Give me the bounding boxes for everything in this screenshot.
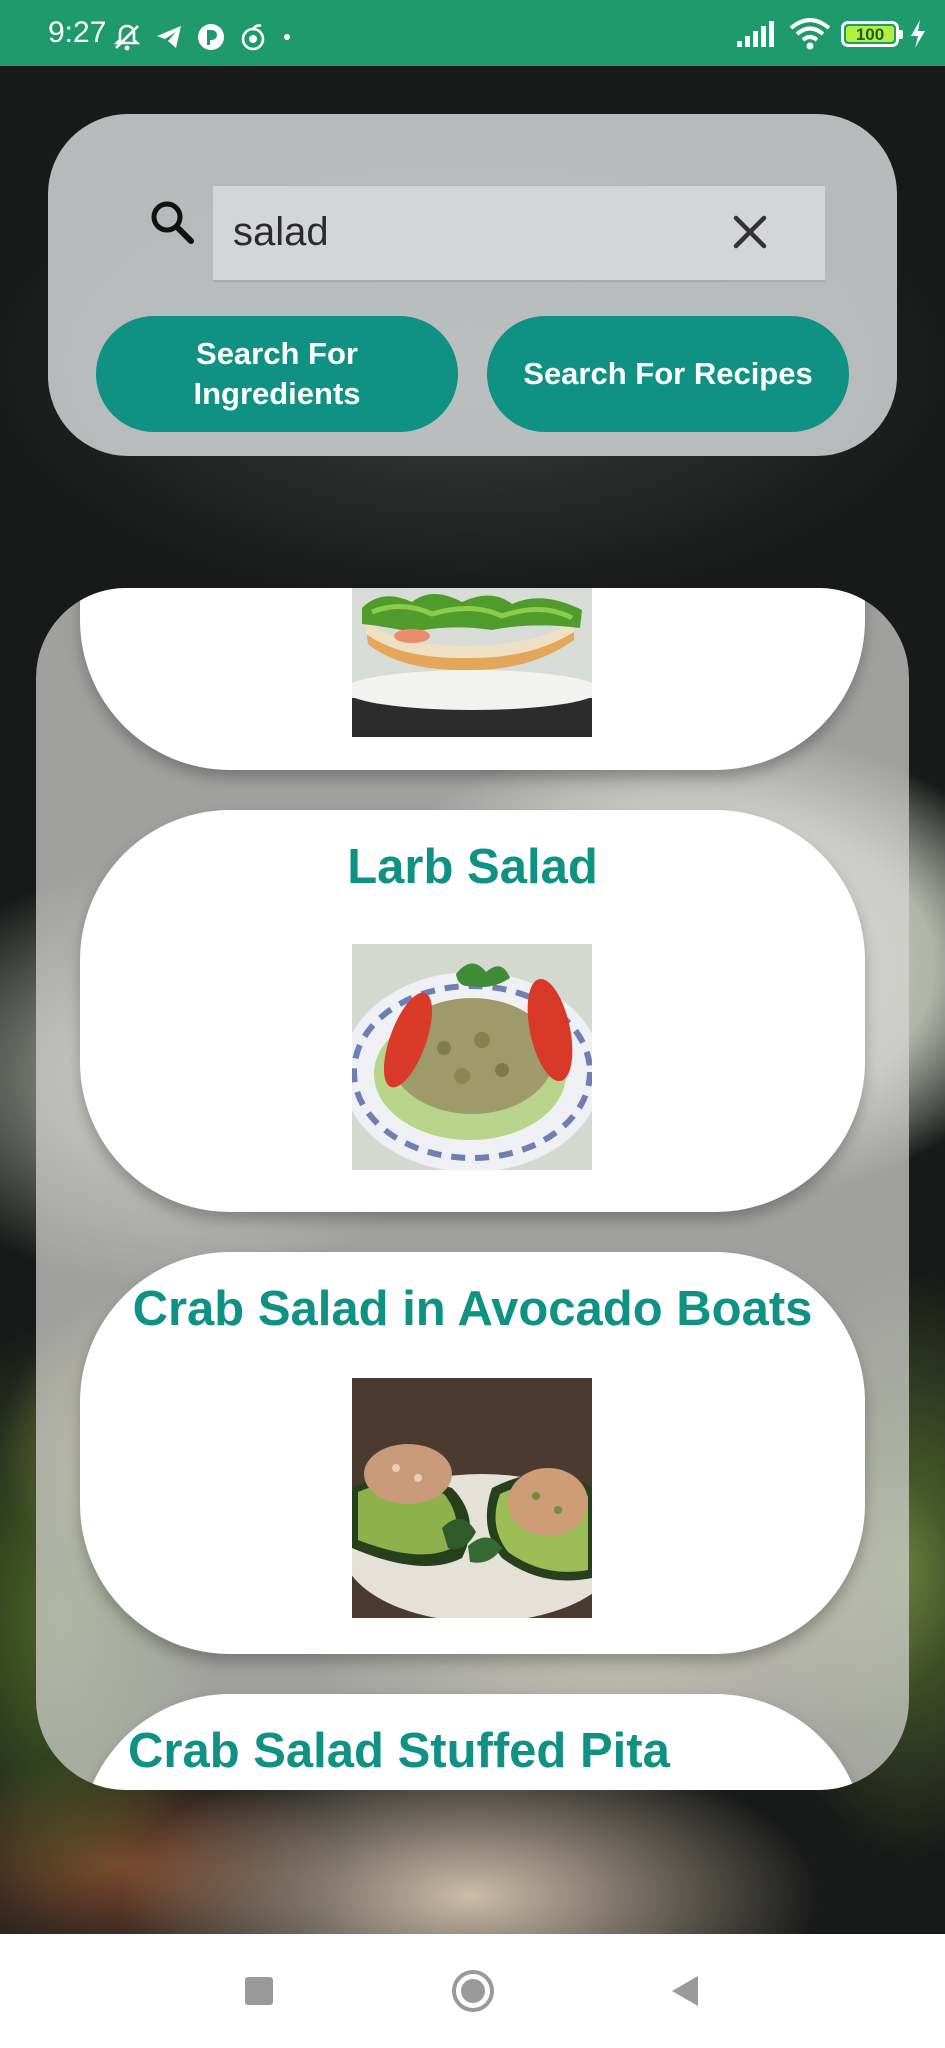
signal-icon [737,21,774,47]
status-time: 9:27 [48,16,107,49]
battery-icon: 100 [841,21,903,47]
app-circle-icon [198,24,224,50]
clear-icon[interactable] [728,210,772,254]
recents-square-icon[interactable] [234,1966,284,2016]
recipe-card[interactable] [80,588,865,770]
fruit-app-icon [241,24,265,51]
dot-icon [284,34,290,40]
muted-bell-icon [113,24,141,51]
charging-bolt-icon [911,20,925,48]
notification-icons [112,22,294,52]
system-icons: 100 [735,18,927,50]
recipe-card[interactable]: Crab Salad Stuffed Pita [80,1694,865,1790]
recipe-card[interactable]: Larb Salad [80,810,865,1212]
search-input[interactable] [233,204,713,260]
search-recipes-button[interactable]: Search For Recipes [487,316,849,432]
home-circle-icon[interactable] [448,1966,498,2016]
telegram-icon [157,26,181,48]
search-icon[interactable] [148,198,196,246]
back-triangle-icon[interactable] [660,1966,710,2016]
search-ingredients-button[interactable]: Search For Ingredients [96,316,458,432]
search-panel: Search For Ingredients Search For Recipe… [48,114,897,456]
battery-level: 100 [855,24,885,44]
recipe-card[interactable]: Crab Salad in Avocado Boats [80,1252,865,1654]
results-list[interactable]: Larb Salad Crab Salad in Avocado Boats C… [36,588,909,1790]
wifi-icon [789,18,831,50]
navigation-bar [0,1934,945,2048]
status-bar: 9:27 100 [0,0,945,66]
search-ingredients-label: Search For Ingredients [193,336,361,411]
search-field[interactable] [213,186,825,282]
larb-salad-photo [352,944,592,1170]
crab-avocado-photo [352,1378,592,1618]
search-recipes-label: Search For Recipes [523,356,813,391]
recipe-title: Crab Salad Stuffed Pita [128,1724,670,1778]
recipe-title: Larb Salad [347,840,598,894]
recipe-title: Crab Salad in Avocado Boats [132,1282,813,1336]
bread-salad-photo [352,588,592,737]
